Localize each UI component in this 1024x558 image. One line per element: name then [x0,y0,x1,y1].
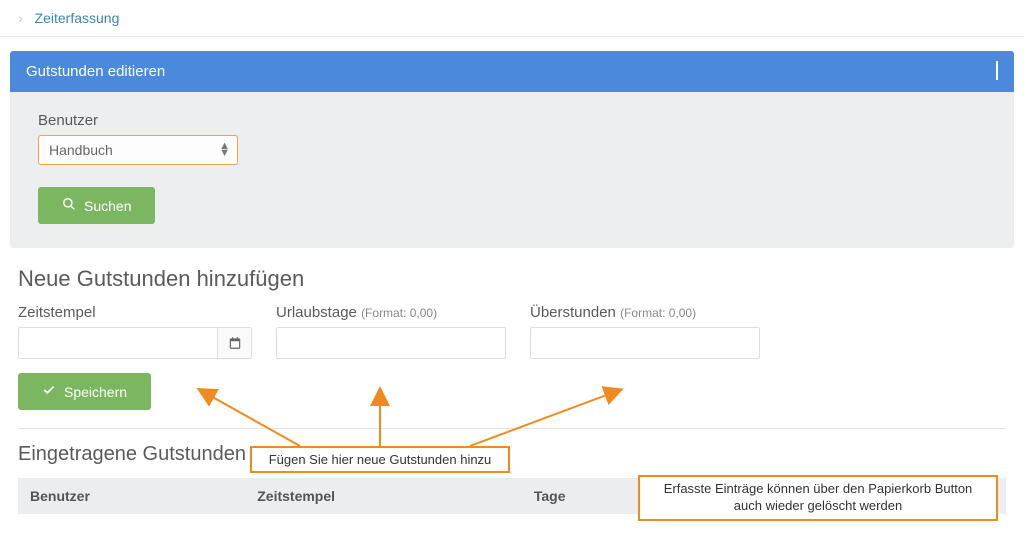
col-timestamp: Zeitstempel [245,478,522,514]
add-form-row: Zeitstempel Urlaubstage (Format: 0,00) Ü… [18,304,1006,359]
search-button-label: Suchen [84,198,131,214]
vacation-input[interactable] [276,327,506,359]
save-button[interactable]: Speichern [18,373,151,410]
search-button[interactable]: Suchen [38,187,155,224]
annotation-delete-hint: Erfasste Einträge können über den Papier… [638,475,998,521]
add-heading: Neue Gutstunden hinzufügen [18,266,1006,292]
user-select[interactable] [38,135,238,165]
panel-body: Benutzer ▲▼ Suchen [10,92,1014,248]
save-button-label: Speichern [64,384,127,400]
overtime-input[interactable] [530,327,760,359]
divider [18,428,1006,429]
user-label: Benutzer [38,112,986,129]
list-heading: Eingetragene Gutstunden [18,443,1006,466]
calendar-icon[interactable] [218,327,252,359]
breadcrumb-link[interactable]: Zeiterfassung [35,10,120,26]
overtime-label: Überstunden (Format: 0,00) [530,304,760,321]
panel-title: Gutstunden editieren [26,63,165,80]
timestamp-input[interactable] [18,327,218,359]
chevron-up-icon[interactable] [996,63,998,80]
col-user: Benutzer [18,478,245,514]
check-icon [42,383,56,400]
filter-panel: Gutstunden editieren Benutzer ▲▼ Suchen [10,51,1014,248]
vacation-label: Urlaubstage (Format: 0,00) [276,304,506,321]
timestamp-label: Zeitstempel [18,304,252,321]
annotation-add-hint: Fügen Sie hier neue Gutstunden hinzu [250,446,510,473]
breadcrumb: › Zeiterfassung [0,0,1024,37]
panel-header[interactable]: Gutstunden editieren [10,51,1014,92]
chevron-right-icon: › [18,10,23,26]
search-icon [62,197,76,214]
